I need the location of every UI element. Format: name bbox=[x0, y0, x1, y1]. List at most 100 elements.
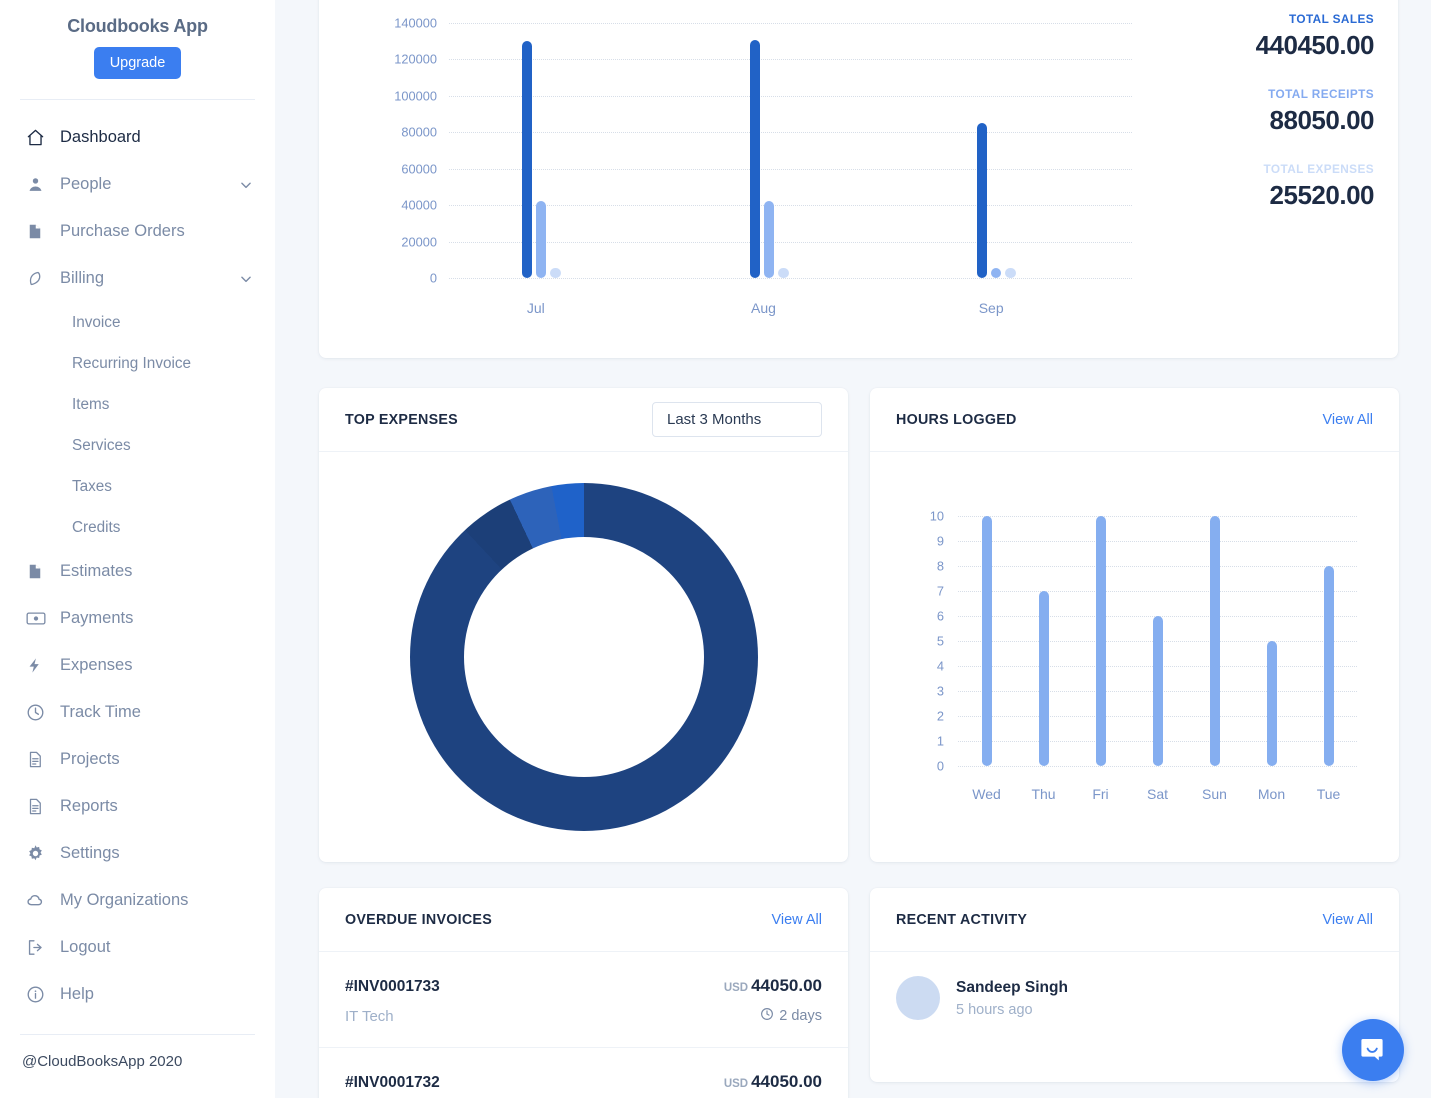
gridline bbox=[449, 169, 1132, 170]
activity-row[interactable]: Sandeep Singh 5 hours ago bbox=[870, 952, 1399, 1044]
bolt-icon bbox=[26, 655, 52, 677]
sidebar-item-purchase-orders[interactable]: Purchase Orders bbox=[20, 208, 255, 255]
sidebar-item-reports[interactable]: Reports bbox=[20, 783, 255, 830]
sidebar-item-estimates[interactable]: Estimates bbox=[20, 548, 255, 595]
gridline bbox=[449, 23, 1132, 24]
total-expenses-value: 25520.00 bbox=[1168, 180, 1374, 211]
y-axis-tick: 2 bbox=[937, 709, 944, 724]
x-axis-label: Sun bbox=[1202, 786, 1227, 802]
sidebar-subitem-taxes[interactable]: Taxes bbox=[20, 466, 255, 507]
y-axis-tick: 80000 bbox=[401, 125, 437, 140]
sidebar-subitem-recurring-invoice[interactable]: Recurring Invoice bbox=[20, 343, 255, 384]
gridline bbox=[958, 516, 1357, 517]
y-axis-tick: 10 bbox=[930, 509, 944, 524]
invoice-amount: 44050.00 bbox=[751, 976, 822, 995]
invoice-row[interactable]: #INV0001733 USD44050.00 IT Tech 2 days bbox=[319, 952, 848, 1048]
overdue-invoices-header: OVERDUE INVOICES View All bbox=[319, 888, 848, 952]
feather-icon bbox=[26, 268, 52, 290]
sidebar-subitem-credits[interactable]: Credits bbox=[20, 507, 255, 548]
bar-sales-aug bbox=[750, 40, 760, 278]
x-axis-label: Sep bbox=[979, 300, 1004, 316]
overdue-invoices-view-all[interactable]: View All bbox=[771, 912, 822, 928]
top-expenses-donut-wrap bbox=[319, 452, 848, 862]
sidebar-subitem-label: Invoice bbox=[72, 314, 120, 332]
invoice-amount: 44050.00 bbox=[751, 1072, 822, 1091]
hours-logged-header: HOURS LOGGED View All bbox=[870, 388, 1399, 452]
sidebar-item-label: Help bbox=[60, 985, 255, 1004]
top-expenses-donut[interactable] bbox=[410, 483, 758, 831]
gridline bbox=[449, 59, 1132, 60]
activity-name: Sandeep Singh bbox=[956, 979, 1068, 997]
date-range-select[interactable]: Last 3 Months bbox=[652, 402, 822, 437]
y-axis-tick: 140000 bbox=[394, 15, 437, 30]
invoice-due: 2 days bbox=[760, 1007, 822, 1025]
x-axis-label: Aug bbox=[751, 300, 776, 316]
chevron-down-icon[interactable] bbox=[237, 178, 255, 192]
gridline bbox=[449, 205, 1132, 206]
recent-activity-title: RECENT ACTIVITY bbox=[896, 912, 1027, 928]
sidebar-item-my-organizations[interactable]: My Organizations bbox=[20, 877, 255, 924]
overdue-invoices-list: #INV0001733 USD44050.00 IT Tech 2 days #… bbox=[319, 952, 848, 1098]
x-axis-label: Sat bbox=[1147, 786, 1168, 802]
invoice-row[interactable]: #INV0001732 USD44050.00 bbox=[319, 1048, 848, 1098]
gear-icon bbox=[26, 843, 52, 865]
sidebar-item-label: Estimates bbox=[60, 562, 255, 581]
recent-activity-card: RECENT ACTIVITY View All Sandeep Singh 5… bbox=[870, 888, 1399, 1082]
sidebar-item-projects[interactable]: Projects bbox=[20, 736, 255, 783]
sidebar-item-expenses[interactable]: Expenses bbox=[20, 642, 255, 689]
total-receipts-value: 88050.00 bbox=[1168, 105, 1374, 136]
sidebar-item-people[interactable]: People bbox=[20, 161, 255, 208]
sidebar-item-track-time[interactable]: Track Time bbox=[20, 689, 255, 736]
bar-hours-wed bbox=[982, 516, 992, 766]
upgrade-button[interactable]: Upgrade bbox=[94, 47, 182, 79]
sidebar-subitem-label: Items bbox=[72, 396, 109, 414]
file-icon bbox=[26, 796, 52, 818]
bar-receipts-sep bbox=[991, 268, 1001, 278]
bar-hours-mon bbox=[1267, 641, 1277, 766]
y-axis-tick: 0 bbox=[937, 759, 944, 774]
sidebar-item-payments[interactable]: Payments bbox=[20, 595, 255, 642]
recent-activity-view-all[interactable]: View All bbox=[1322, 912, 1373, 928]
hours-logged-view-all[interactable]: View All bbox=[1322, 412, 1373, 428]
bar-hours-sat bbox=[1153, 616, 1163, 766]
sidebar-item-help[interactable]: Help bbox=[20, 971, 255, 1018]
book-icon bbox=[26, 561, 52, 583]
sidebar-subitem-items[interactable]: Items bbox=[20, 384, 255, 425]
sidebar-subitem-invoice[interactable]: Invoice bbox=[20, 302, 255, 343]
x-axis-label: Thu bbox=[1031, 786, 1055, 802]
sidebar-subitem-services[interactable]: Services bbox=[20, 425, 255, 466]
x-axis-label: Mon bbox=[1258, 786, 1285, 802]
banknote-icon bbox=[26, 608, 52, 630]
gridline bbox=[958, 541, 1357, 542]
top-expenses-title: TOP EXPENSES bbox=[345, 412, 458, 428]
bar-hours-thu bbox=[1039, 591, 1049, 766]
sidebar-item-settings[interactable]: Settings bbox=[20, 830, 255, 877]
sidebar-copyright: @CloudBooksApp 2020 bbox=[20, 1035, 255, 1070]
sidebar-item-billing[interactable]: Billing bbox=[20, 255, 255, 302]
sidebar-item-label: People bbox=[60, 175, 237, 194]
invoice-due-text: 2 days bbox=[779, 1008, 822, 1024]
y-axis-tick: 20000 bbox=[401, 234, 437, 249]
app-brand-title: Cloudbooks App bbox=[20, 0, 255, 37]
sidebar-item-logout[interactable]: Logout bbox=[20, 924, 255, 971]
sidebar-item-label: Dashboard bbox=[60, 128, 255, 147]
activity-text: Sandeep Singh 5 hours ago bbox=[956, 979, 1068, 1018]
sidebar-item-label: Purchase Orders bbox=[60, 222, 255, 241]
sidebar-item-label: Payments bbox=[60, 609, 255, 628]
clock-small-icon bbox=[760, 1007, 774, 1025]
sidebar-item-label: Projects bbox=[60, 750, 255, 769]
overdue-invoices-title: OVERDUE INVOICES bbox=[345, 912, 492, 928]
x-axis-label: Wed bbox=[972, 786, 1001, 802]
book-icon bbox=[26, 221, 52, 243]
bar-hours-tue bbox=[1324, 566, 1334, 766]
upgrade-button-wrap: Upgrade bbox=[20, 47, 255, 79]
invoice-id: #INV0001732 bbox=[345, 1074, 440, 1092]
sidebar-subitem-label: Credits bbox=[72, 519, 120, 537]
logout-icon bbox=[26, 937, 52, 959]
chevron-down-icon[interactable] bbox=[237, 272, 255, 286]
chat-bubble-icon[interactable] bbox=[1342, 1019, 1404, 1081]
y-axis-tick: 4 bbox=[937, 659, 944, 674]
sidebar-subitem-label: Taxes bbox=[72, 478, 112, 496]
total-sales-label: TOTAL SALES bbox=[1168, 12, 1374, 26]
sidebar-item-dashboard[interactable]: Dashboard bbox=[20, 114, 255, 161]
